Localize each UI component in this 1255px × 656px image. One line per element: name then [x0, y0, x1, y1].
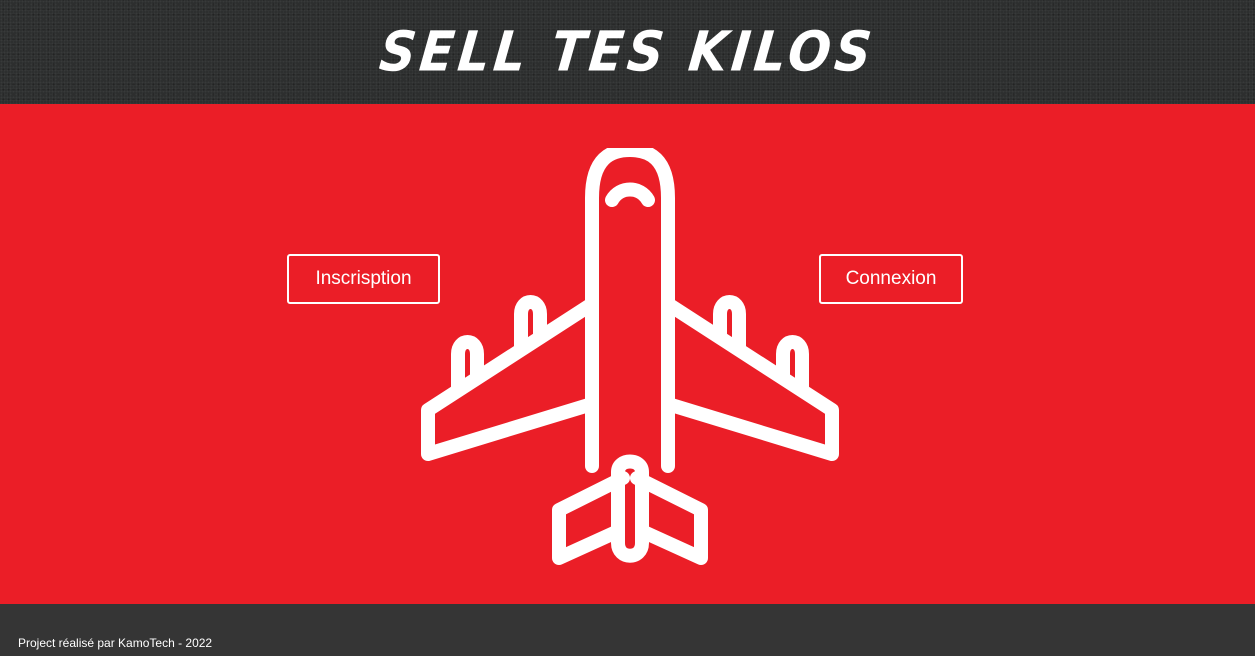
- site-footer: Project réalisé par KamoTech - 2022: [0, 604, 1255, 656]
- hero-section: Inscrisption Connexion: [0, 104, 1255, 604]
- inscription-button[interactable]: Inscrisption: [287, 254, 440, 304]
- connexion-button[interactable]: Connexion: [819, 254, 963, 304]
- airplane-icon: [421, 148, 839, 565]
- footer-credit: Project réalisé par KamoTech - 2022: [18, 636, 213, 650]
- site-header: SELL TES KILOS: [0, 0, 1255, 104]
- site-title: SELL TES KILOS: [376, 20, 879, 84]
